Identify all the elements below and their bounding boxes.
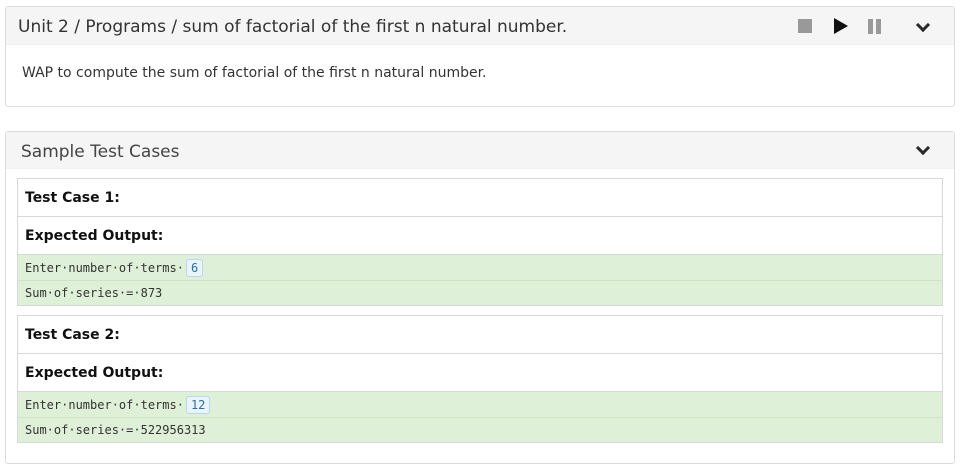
expected-output-label: Expected Output: — [18, 217, 942, 255]
chevron-down-icon[interactable] — [915, 140, 931, 156]
problem-panel: Unit 2 / Programs / sum of factorial of … — [5, 6, 955, 107]
input-value-badge: 6 — [185, 258, 204, 277]
output-line: Enter·number·of·terms· 6 — [18, 255, 942, 280]
input-value-badge: 12 — [185, 395, 211, 414]
output-line: Sum·of·series·=·522956313 — [18, 417, 942, 442]
sample-test-cases-panel: Sample Test Cases Test Case 1: Expected … — [5, 131, 955, 464]
sample-test-cases-title: Sample Test Cases — [21, 142, 180, 162]
breadcrumb: Unit 2 / Programs / sum of factorial of … — [18, 17, 568, 37]
pause-icon[interactable] — [867, 19, 881, 34]
test-case-2: Test Case 2: Expected Output: Enter·numb… — [17, 315, 943, 443]
chevron-down-icon[interactable] — [915, 17, 931, 33]
problem-header: Unit 2 / Programs / sum of factorial of … — [6, 7, 954, 45]
stop-icon[interactable] — [798, 19, 812, 33]
play-icon[interactable] — [834, 18, 848, 34]
sample-test-cases-header[interactable]: Sample Test Cases — [6, 132, 954, 169]
test-case-label: Test Case 1: — [18, 179, 942, 217]
prompt-text: Enter·number·of·terms· — [25, 397, 184, 412]
test-case-label: Test Case 2: — [18, 316, 942, 354]
expected-output-label: Expected Output: — [18, 354, 942, 392]
output-line: Sum·of·series·=·873 — [18, 280, 942, 305]
expected-output: Enter·number·of·terms· 12 Sum·of·series·=… — [18, 392, 942, 442]
expected-output: Enter·number·of·terms· 6 Sum·of·series·=·… — [18, 255, 942, 305]
test-case-1: Test Case 1: Expected Output: Enter·numb… — [17, 178, 943, 306]
prompt-text: Enter·number·of·terms· — [25, 260, 184, 275]
output-line: Enter·number·of·terms· 12 — [18, 392, 942, 417]
problem-description: WAP to compute the sum of factorial of t… — [22, 65, 487, 81]
